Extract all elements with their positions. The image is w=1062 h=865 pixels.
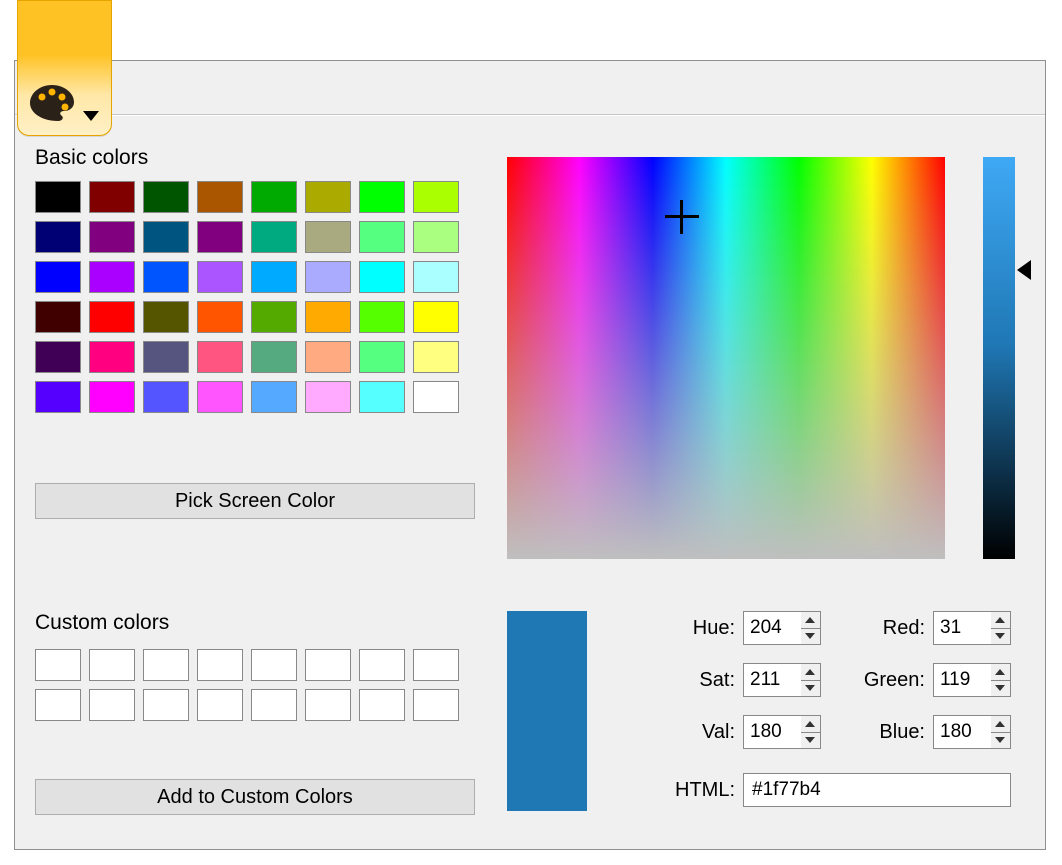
hue-label: Hue:: [655, 617, 735, 640]
blue-stepper[interactable]: [991, 715, 1011, 749]
basic-color-swatch[interactable]: [89, 381, 135, 413]
custom-color-swatch[interactable]: [197, 689, 243, 721]
basic-color-swatch[interactable]: [89, 221, 135, 253]
basic-color-swatch[interactable]: [35, 341, 81, 373]
basic-color-swatch[interactable]: [251, 341, 297, 373]
basic-color-swatch[interactable]: [413, 341, 459, 373]
custom-color-swatch[interactable]: [89, 689, 135, 721]
basic-color-swatch[interactable]: [89, 261, 135, 293]
pick-screen-color-button[interactable]: Pick Screen Color: [35, 483, 475, 519]
custom-color-swatch[interactable]: [197, 649, 243, 681]
basic-color-swatch[interactable]: [89, 341, 135, 373]
basic-color-swatch[interactable]: [359, 341, 405, 373]
basic-color-swatch[interactable]: [89, 181, 135, 213]
basic-color-swatch[interactable]: [359, 381, 405, 413]
basic-color-swatch[interactable]: [35, 181, 81, 213]
basic-color-swatch[interactable]: [35, 261, 81, 293]
basic-color-swatch[interactable]: [359, 261, 405, 293]
basic-color-swatch[interactable]: [197, 181, 243, 213]
palette-dropdown-button[interactable]: [17, 0, 112, 136]
custom-color-swatch[interactable]: [251, 649, 297, 681]
basic-color-swatch[interactable]: [143, 221, 189, 253]
add-to-custom-colors-button[interactable]: Add to Custom Colors: [35, 779, 475, 815]
basic-color-swatch[interactable]: [413, 221, 459, 253]
custom-color-swatch[interactable]: [359, 649, 405, 681]
basic-color-swatch[interactable]: [143, 301, 189, 333]
basic-color-swatch[interactable]: [143, 341, 189, 373]
custom-color-swatch[interactable]: [35, 689, 81, 721]
basic-color-swatch[interactable]: [35, 301, 81, 333]
basic-color-swatch[interactable]: [35, 381, 81, 413]
basic-color-swatch[interactable]: [305, 341, 351, 373]
custom-color-swatch[interactable]: [413, 649, 459, 681]
sat-label: Sat:: [655, 669, 735, 692]
basic-color-swatch[interactable]: [359, 221, 405, 253]
basic-color-swatch[interactable]: [305, 181, 351, 213]
basic-color-swatch[interactable]: [413, 381, 459, 413]
custom-color-swatch[interactable]: [143, 689, 189, 721]
custom-color-swatch[interactable]: [305, 649, 351, 681]
basic-color-swatch[interactable]: [413, 181, 459, 213]
basic-color-swatch[interactable]: [197, 261, 243, 293]
custom-color-swatch[interactable]: [305, 689, 351, 721]
saturation-value-picker[interactable]: [507, 157, 945, 559]
basic-color-swatch[interactable]: [305, 261, 351, 293]
custom-color-swatch[interactable]: [89, 649, 135, 681]
custom-color-swatch[interactable]: [143, 649, 189, 681]
color-preview: [507, 611, 587, 811]
basic-colors-label: Basic colors: [35, 146, 148, 170]
basic-color-swatch[interactable]: [89, 301, 135, 333]
html-color-field[interactable]: [743, 773, 1011, 807]
green-label: Green:: [845, 669, 925, 692]
custom-color-swatch[interactable]: [35, 649, 81, 681]
red-label: Red:: [845, 617, 925, 640]
luminance-slider[interactable]: [983, 157, 1015, 559]
basic-color-swatch[interactable]: [143, 261, 189, 293]
hue-stepper[interactable]: [801, 611, 821, 645]
custom-colors-grid: [35, 649, 459, 721]
basic-colors-grid: [35, 181, 459, 413]
blue-label: Blue:: [845, 721, 925, 744]
basic-color-swatch[interactable]: [359, 301, 405, 333]
html-label: HTML:: [645, 779, 735, 802]
basic-color-swatch[interactable]: [305, 221, 351, 253]
basic-color-swatch[interactable]: [251, 381, 297, 413]
basic-color-swatch[interactable]: [251, 301, 297, 333]
custom-color-swatch[interactable]: [359, 689, 405, 721]
val-label: Val:: [655, 721, 735, 744]
basic-color-swatch[interactable]: [197, 301, 243, 333]
custom-colors-label: Custom colors: [35, 611, 169, 635]
basic-color-swatch[interactable]: [197, 221, 243, 253]
green-stepper[interactable]: [991, 663, 1011, 697]
red-stepper[interactable]: [991, 611, 1011, 645]
luminance-pointer: [1017, 260, 1031, 280]
basic-color-swatch[interactable]: [251, 261, 297, 293]
sat-stepper[interactable]: [801, 663, 821, 697]
basic-color-swatch[interactable]: [359, 181, 405, 213]
basic-color-swatch[interactable]: [413, 261, 459, 293]
titlebar-separator: [15, 114, 1045, 116]
desaturation-gradient: [507, 157, 945, 559]
basic-color-swatch[interactable]: [251, 221, 297, 253]
basic-color-swatch[interactable]: [413, 301, 459, 333]
val-stepper[interactable]: [801, 715, 821, 749]
basic-color-swatch[interactable]: [197, 341, 243, 373]
basic-color-swatch[interactable]: [143, 181, 189, 213]
chevron-down-icon: [83, 111, 99, 121]
basic-color-swatch[interactable]: [305, 301, 351, 333]
basic-color-swatch[interactable]: [305, 381, 351, 413]
custom-color-swatch[interactable]: [413, 689, 459, 721]
palette-icon: [28, 81, 88, 125]
basic-color-swatch[interactable]: [35, 221, 81, 253]
custom-color-swatch[interactable]: [251, 689, 297, 721]
color-dialog-panel: Basic colors Pick Screen Color Custom co…: [14, 60, 1046, 850]
basic-color-swatch[interactable]: [197, 381, 243, 413]
basic-color-swatch[interactable]: [251, 181, 297, 213]
basic-color-swatch[interactable]: [143, 381, 189, 413]
